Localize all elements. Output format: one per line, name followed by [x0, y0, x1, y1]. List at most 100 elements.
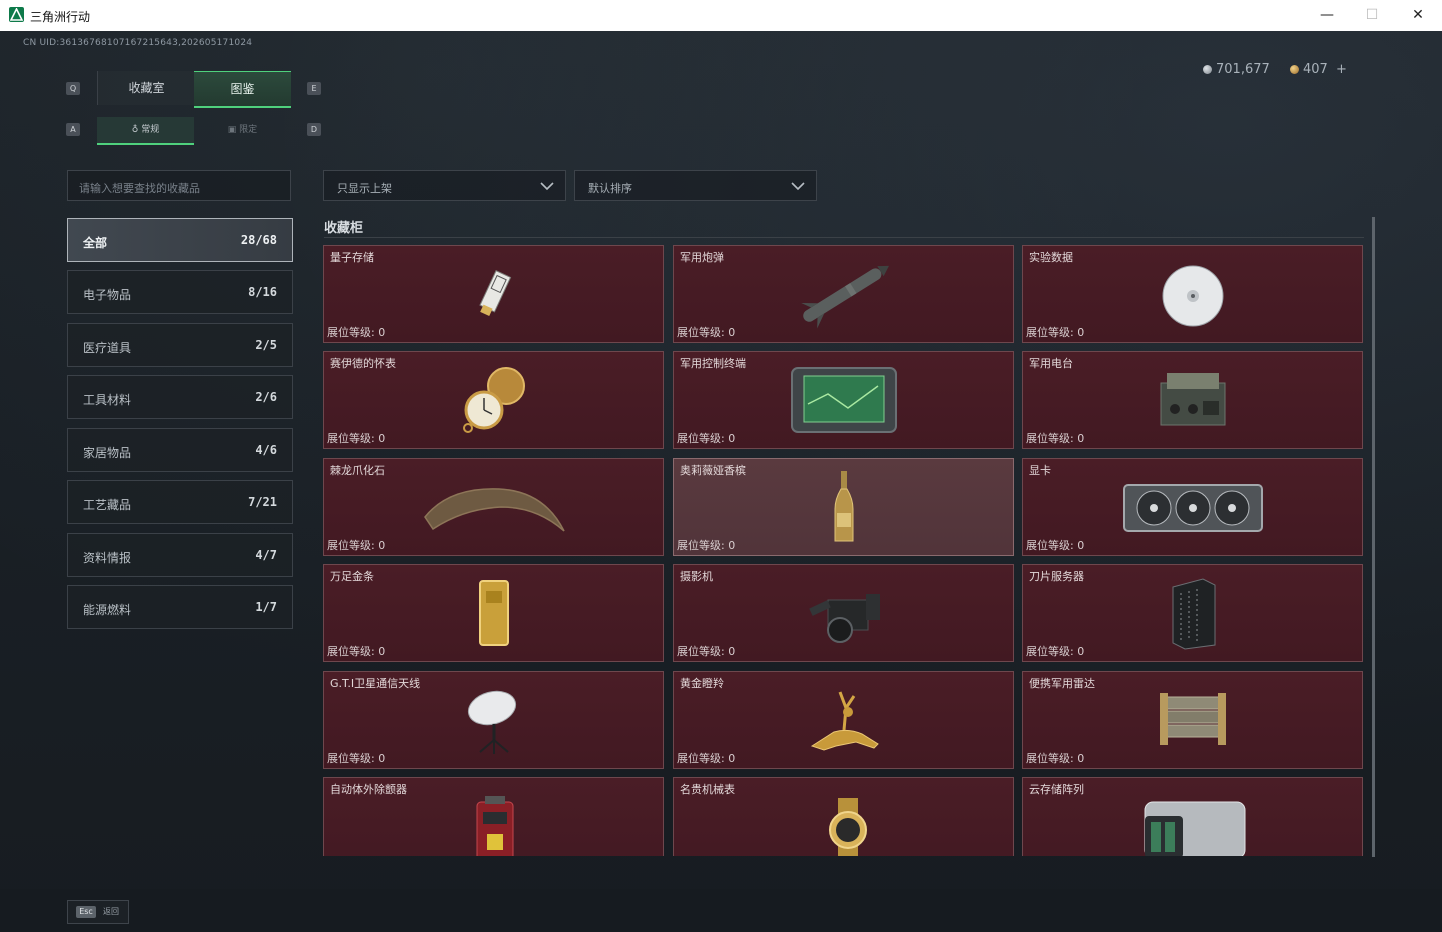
item-name: 名贵机械表: [680, 783, 735, 796]
collection-card[interactable]: 自动体外除颤器: [323, 777, 664, 856]
collection-card[interactable]: 便携军用雷达 展位等级: 0: [1022, 671, 1363, 769]
item-level: 展位等级: 0: [1026, 326, 1085, 339]
item-name: 显卡: [1029, 464, 1051, 477]
close-button[interactable]: ✕: [1396, 4, 1440, 26]
item-level: 展位等级: 0: [677, 539, 736, 552]
hotkey-next-tab: E: [307, 82, 321, 95]
collection-card[interactable]: 刀片服务器 展位等级: 0: [1022, 564, 1363, 662]
category-count: 2/5: [255, 338, 277, 352]
back-label: 返回: [103, 907, 119, 916]
collection-card[interactable]: 云存储阵列: [1022, 777, 1363, 856]
item-level: 展位等级: 0: [327, 752, 386, 765]
category-intel[interactable]: 资料情报 4/7: [67, 533, 293, 577]
subtab-limited[interactable]: ▣ 限定: [194, 117, 291, 143]
subtab-regular[interactable]: ♁ 常规: [97, 117, 194, 145]
collection-card[interactable]: 军用电台 展位等级: 0: [1022, 351, 1363, 449]
champagne-bottle-icon: [834, 471, 853, 542]
subtab-regular-label: 常规: [141, 125, 160, 135]
chevron-down-icon: [540, 182, 554, 191]
item-name: 摄影机: [680, 570, 713, 583]
collection-card[interactable]: 显卡 展位等级: 0: [1022, 458, 1363, 556]
search-input[interactable]: 请输入想要查找的收藏品: [67, 170, 291, 201]
category-count: 8/16: [248, 285, 277, 299]
collection-card[interactable]: 实验数据 展位等级: 0: [1022, 245, 1363, 343]
collection-card[interactable]: 棘龙爪化石 展位等级: 0: [323, 458, 664, 556]
shelf-filter-value: 只显示上架: [337, 182, 392, 195]
silver-coin-icon: [1203, 65, 1212, 74]
item-level: 展位等级: 0: [677, 645, 736, 658]
collection-card[interactable]: 摄影机 展位等级: 0: [673, 564, 1014, 662]
window-titlebar: 三角洲行动 — ☐ ✕: [0, 0, 1442, 32]
item-level: 展位等级: 0: [327, 432, 386, 445]
item-name: 实验数据: [1029, 251, 1073, 264]
chevron-down-icon: [791, 182, 805, 191]
gold-gazelle-icon: [810, 691, 879, 751]
pocket-watch-icon: [462, 367, 525, 433]
hotkey-prev-subtab: A: [66, 123, 80, 136]
item-level: 展位等级: 0: [1026, 539, 1085, 552]
category-count: 4/7: [255, 548, 277, 562]
usb-drive-icon: [478, 270, 511, 317]
category-crafts[interactable]: 工艺藏品 7/21: [67, 480, 293, 524]
item-name: G.T.I卫星通信天线: [330, 677, 421, 690]
tablet-terminal-icon: [790, 367, 897, 433]
graphics-card-icon: [1122, 484, 1263, 532]
collection-card[interactable]: 军用炮弹 展位等级: 0: [673, 245, 1014, 343]
collection-card[interactable]: 奥莉薇娅香槟 展位等级: 0: [673, 458, 1014, 556]
tab-collection-room[interactable]: 收藏室: [97, 71, 195, 105]
item-name: 军用电台: [1029, 357, 1073, 370]
gold-coin-icon: [1290, 65, 1299, 74]
subtab-limited-label: 限定: [239, 125, 258, 135]
back-button[interactable]: Esc 返回: [67, 900, 129, 924]
item-name: 赛伊德的怀表: [330, 357, 396, 370]
radar-icon: [1159, 693, 1226, 745]
minimize-button[interactable]: —: [1305, 4, 1349, 26]
grid-scrollbar[interactable]: [1372, 217, 1375, 857]
search-placeholder: 请输入想要查找的收藏品: [79, 182, 200, 195]
satellite-dish-icon: [467, 690, 516, 754]
category-household[interactable]: 家居物品 4/6: [67, 428, 293, 472]
collection-card[interactable]: 军用控制终端 展位等级: 0: [673, 351, 1014, 449]
category-name: 资料情报: [83, 551, 132, 565]
collection-card[interactable]: 赛伊德的怀表 展位等级: 0: [323, 351, 664, 449]
item-level: 展位等级: 0: [1026, 645, 1085, 658]
category-count: 4/6: [255, 443, 277, 457]
app-logo-icon: [9, 7, 24, 22]
bottom-bar: [0, 889, 1442, 932]
category-electronics[interactable]: 电子物品 8/16: [67, 270, 293, 314]
category-energy[interactable]: 能源燃料 1/7: [67, 585, 293, 629]
category-medical[interactable]: 医疗道具 2/5: [67, 323, 293, 367]
server-icon: [1172, 578, 1215, 650]
category-name: 全部: [83, 236, 108, 250]
collection-card[interactable]: 黄金瞪羚 展位等级: 0: [673, 671, 1014, 769]
missile-icon: [800, 265, 889, 329]
sort-dropdown[interactable]: 默认排序: [574, 170, 817, 201]
player-uid: CN UID:36136768107167215643,202605171024: [23, 38, 253, 48]
item-name: 便携军用雷达: [1029, 677, 1095, 690]
section-title: 收藏柜: [324, 221, 364, 236]
item-level: 展位等级: 0: [327, 539, 386, 552]
item-level: 展位等级: 0: [327, 326, 386, 339]
tab-catalog[interactable]: 图鉴: [194, 71, 291, 108]
collection-card[interactable]: G.T.I卫星通信天线 展位等级: 0: [323, 671, 664, 769]
collection-card[interactable]: 量子存储 展位等级: 0: [323, 245, 664, 343]
category-name: 医疗道具: [83, 341, 132, 355]
item-name: 黄金瞪羚: [680, 677, 724, 690]
item-name: 奥莉薇娅香槟: [680, 464, 746, 477]
add-currency-button[interactable]: +: [1336, 62, 1347, 77]
maximize-button[interactable]: ☐: [1350, 4, 1394, 26]
item-name: 自动体外除颤器: [330, 783, 407, 796]
category-name: 家居物品: [83, 446, 132, 460]
category-all[interactable]: 全部 28/68: [67, 218, 293, 262]
item-level: 展位等级: 0: [677, 752, 736, 765]
item-level: 展位等级: 0: [1026, 752, 1085, 765]
collection-card[interactable]: 万足金条 展位等级: 0: [323, 564, 664, 662]
shelf-filter-dropdown[interactable]: 只显示上架: [323, 170, 566, 201]
item-name: 军用炮弹: [680, 251, 724, 264]
category-count: 1/7: [255, 600, 277, 614]
collection-card[interactable]: 名贵机械表: [673, 777, 1014, 856]
limited-icon: ▣: [227, 125, 240, 135]
category-name: 能源燃料: [83, 603, 132, 617]
category-tools[interactable]: 工具材料 2/6: [67, 375, 293, 419]
category-name: 电子物品: [83, 288, 132, 302]
